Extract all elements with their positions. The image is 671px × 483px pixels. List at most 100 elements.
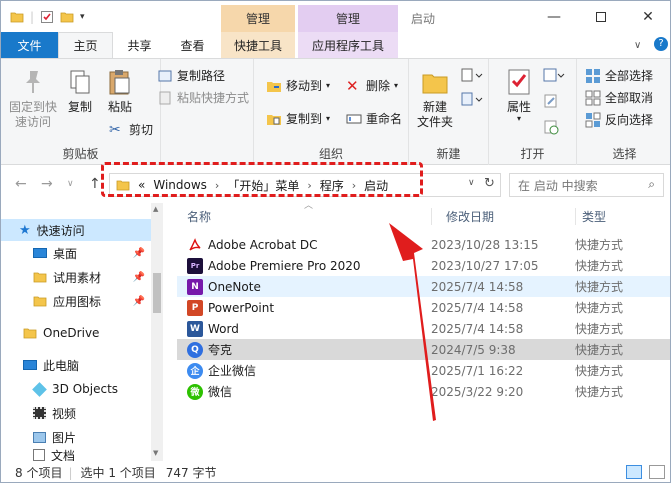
close-button[interactable]: ✕ (625, 1, 670, 32)
copy-to-button[interactable]: 复制到 ▾ (266, 110, 330, 127)
select-none-button[interactable]: 全部取消 (585, 89, 653, 106)
properties-check-icon[interactable] (40, 10, 54, 24)
scroll-up-icon[interactable]: ▲ (153, 205, 158, 213)
folder-icon (33, 296, 47, 307)
tab-view[interactable]: 查看 (166, 32, 219, 58)
search-box[interactable]: 在 启动 中搜索 ⌕ (509, 173, 664, 197)
nav-scrollbar[interactable]: ▲ ▼ (151, 203, 163, 461)
new-item-icon[interactable] (461, 67, 483, 86)
table-row[interactable]: W Word 2025/7/4 14:58 快捷方式 (177, 318, 670, 339)
nav-item-documents[interactable]: 文档 (1, 449, 151, 461)
word-icon: W (187, 320, 203, 337)
nav-item-desktop[interactable]: 桌面 📌 (1, 242, 151, 264)
breadcrumb-item[interactable]: 程序 (320, 177, 344, 194)
column-date[interactable]: 修改日期 (431, 207, 575, 225)
select-all-button[interactable]: 全部选择 (585, 67, 653, 84)
table-row[interactable]: 微微信 2025/3/22 9:20 快捷方式 (177, 381, 670, 402)
table-row[interactable]: 企企业微信 2025/7/1 16:22 快捷方式 (177, 360, 670, 381)
copy-button[interactable]: 复制 (65, 67, 95, 115)
cut-button[interactable]: ✂ 剪切 (109, 121, 153, 138)
copy-path-button[interactable]: 复制路径 (157, 67, 225, 84)
up-arrow-icon[interactable]: ↑ (89, 176, 101, 192)
nav-item-videos[interactable]: 视频 (1, 402, 151, 424)
tab-home[interactable]: 主页 (58, 32, 113, 58)
nav-item-3d-objects[interactable]: 3D Objects (1, 378, 151, 400)
table-row[interactable]: Pr Adobe Premiere Pro 2020 2023/10/27 17:… (177, 255, 670, 276)
folder-icon (23, 328, 37, 339)
pin-icon[interactable]: 📌 (133, 248, 145, 259)
table-row[interactable]: Adobe Acrobat DC 2023/10/28 13:15 快捷方式 (177, 234, 670, 255)
nav-item-quick-access[interactable]: ★ 快速访问 (1, 219, 151, 241)
edit-icon[interactable] (543, 93, 559, 112)
delete-button[interactable]: ✕ 删除 ▾ (346, 77, 398, 94)
copy-path-label: 复制路径 (177, 69, 226, 83)
breadcrumb-overflow[interactable]: « (138, 178, 145, 192)
scroll-down-icon[interactable]: ▼ (153, 449, 158, 457)
search-placeholder: 在 启动 中搜索 (518, 178, 598, 193)
paste-button[interactable]: 粘贴 (105, 67, 135, 115)
table-row[interactable]: N OneNote 2025/7/4 14:58 快捷方式 (177, 276, 670, 297)
table-row[interactable]: Q 夸克 2024/7/5 9:38 快捷方式 (177, 339, 670, 360)
pin-quick-access-button[interactable]: 固定到快 速访问 (7, 67, 59, 130)
tab-share[interactable]: 共享 (113, 32, 166, 58)
move-to-button[interactable]: 移动到 ▾ (266, 77, 330, 94)
address-bar[interactable]: « Windows › 「开始」菜单 › 程序 › 启动 ∨ ↻ (109, 173, 501, 197)
column-name[interactable]: 名称 (163, 208, 431, 225)
tab-shortcut-tools[interactable]: 快捷工具 (221, 32, 295, 58)
recent-chevron-icon[interactable]: ∨ (67, 179, 74, 189)
nav-item-app-icons[interactable]: 应用图标 📌 (1, 290, 151, 312)
move-to-icon (267, 81, 281, 92)
easy-access-icon[interactable] (461, 91, 483, 110)
minimize-button[interactable]: — (531, 1, 577, 32)
nav-item-this-pc[interactable]: 此电脑 (1, 354, 151, 376)
rename-icon (346, 114, 362, 123)
history-icon[interactable] (543, 119, 559, 138)
table-row[interactable]: P PowerPoint 2025/7/4 14:58 快捷方式 (177, 297, 670, 318)
file-date: 2025/7/1 16:22 (431, 363, 524, 378)
pin-icon[interactable]: 📌 (133, 296, 145, 307)
invert-selection-button[interactable]: 反向选择 (585, 111, 653, 128)
tab-file[interactable]: 文件 (1, 32, 58, 58)
file-type: 快捷方式 (575, 259, 624, 273)
address-dropdown-icon[interactable]: ∨ (468, 178, 475, 188)
new-folder-button[interactable]: 新建 文件夹 (415, 67, 455, 130)
status-item-count: 8 个项目 (15, 466, 63, 480)
picture-icon (33, 431, 46, 443)
nav-item-onedrive[interactable]: OneDrive (1, 322, 151, 344)
pin-icon[interactable]: 📌 (133, 272, 145, 283)
breadcrumb-separator-icon[interactable]: › (352, 179, 356, 192)
file-type: 快捷方式 (575, 301, 624, 315)
back-arrow-icon[interactable]: ← (15, 176, 27, 192)
ribbon-collapse-icon[interactable]: ∨ (634, 40, 641, 51)
column-type[interactable]: 类型 (575, 207, 606, 225)
breadcrumb-separator-icon[interactable]: › (307, 179, 311, 192)
file-date: 2025/7/4 14:58 (431, 321, 524, 336)
open-icon[interactable] (543, 67, 565, 86)
chevron-down-icon: ▾ (394, 81, 399, 90)
help-icon[interactable]: ? (654, 37, 668, 51)
breadcrumb-item[interactable]: Windows (153, 178, 207, 192)
onenote-icon: N (187, 278, 203, 295)
rename-button[interactable]: 重命名 (346, 110, 402, 127)
large-icons-view-icon[interactable] (649, 465, 665, 479)
cut-label: 剪切 (129, 123, 154, 137)
breadcrumb-item[interactable]: 启动 (364, 177, 388, 194)
details-view-icon[interactable] (626, 465, 642, 479)
new-folder-icon[interactable] (60, 10, 74, 24)
properties-button[interactable]: 属性 ▾ (499, 67, 539, 123)
nav-item-pictures[interactable]: 图片 (1, 426, 151, 448)
refresh-icon[interactable]: ↻ (484, 176, 495, 191)
search-icon[interactable]: ⌕ (648, 177, 655, 192)
breadcrumb-separator-icon[interactable]: › (215, 179, 219, 192)
copy-to-label: 复制到 (286, 112, 323, 126)
folder-icon[interactable] (10, 10, 24, 24)
nav-item-trial-material[interactable]: 试用素材 📌 (1, 266, 151, 288)
copy-label: 复制 (67, 100, 92, 114)
qat-dropdown-icon[interactable]: ▾ (80, 12, 85, 22)
forward-arrow-icon[interactable]: → (41, 176, 53, 192)
paste-shortcut-button[interactable]: 粘贴快捷方式 (157, 89, 249, 106)
maximize-button[interactable] (578, 1, 624, 32)
tab-app-tools[interactable]: 应用程序工具 (298, 32, 398, 58)
breadcrumb-item[interactable]: 「开始」菜单 (227, 177, 299, 194)
scroll-thumb[interactable] (153, 273, 161, 313)
